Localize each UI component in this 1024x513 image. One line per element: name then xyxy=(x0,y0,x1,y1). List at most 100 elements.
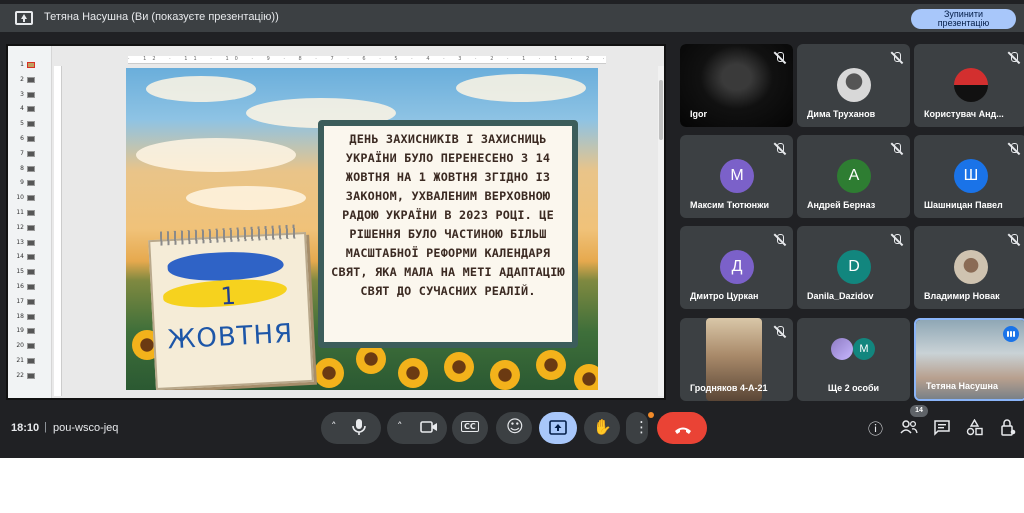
activities-icon[interactable] xyxy=(966,418,983,440)
camera-icon[interactable] xyxy=(420,420,438,438)
present-screen-icon xyxy=(15,11,33,25)
slide-mini-preview xyxy=(27,150,35,157)
presenting-banner: Тетяна Насушна (Ви (показуєте презентаці… xyxy=(0,4,1024,32)
slide-mini-preview xyxy=(27,254,35,261)
slide-mini-preview xyxy=(27,62,35,68)
people-icon[interactable] xyxy=(900,420,918,438)
slide-thumbnail[interactable]: 17 xyxy=(10,297,48,307)
slide-thumbnail[interactable]: 4 xyxy=(10,104,48,114)
participant-name: Дмитро Цуркан xyxy=(690,291,759,301)
info-icon[interactable]: ⓘ xyxy=(868,418,883,439)
participant-name: Шашницан Павел xyxy=(924,200,1003,210)
host-controls-icon[interactable] xyxy=(1000,419,1016,440)
cloud-shape xyxy=(146,76,256,102)
participant-tile[interactable]: Тетяна Насушна xyxy=(914,318,1024,401)
mic-off-icon xyxy=(773,325,787,339)
slide-thumbnail[interactable]: 2 xyxy=(10,75,48,85)
cloud-shape xyxy=(456,74,586,102)
avatar: М xyxy=(720,159,754,193)
avatar-photo xyxy=(954,250,988,284)
slide-number: 19 xyxy=(16,327,24,335)
participant-name: Danila_Dazidov xyxy=(807,291,874,301)
slide-thumbnail[interactable]: 15 xyxy=(10,267,48,277)
slide-thumbnail[interactable]: 16 xyxy=(10,282,48,292)
participant-name: Igor xyxy=(690,109,707,119)
slide-thumbnail[interactable]: 6 xyxy=(10,134,48,144)
participant-tile[interactable]: D Danila_Dazidov xyxy=(797,226,910,309)
participant-tile[interactable]: А Андрей Берназ xyxy=(797,135,910,218)
leave-call-button[interactable] xyxy=(657,412,707,444)
slide-mini-preview xyxy=(27,121,35,128)
calendar-rings xyxy=(159,224,297,246)
slide-thumbnail[interactable]: 10 xyxy=(10,193,48,203)
slide-thumbnail[interactable]: 21 xyxy=(10,356,48,366)
slide-thumbnail[interactable]: 7 xyxy=(10,149,48,159)
microphone-icon[interactable] xyxy=(351,418,377,442)
slide-thumbnail[interactable]: 13 xyxy=(10,238,48,248)
meeting-code: pou-wsco-jeq xyxy=(53,422,119,434)
participant-tile[interactable]: Д Дмитро Цуркан xyxy=(680,226,793,309)
slide-thumbnail[interactable]: 11 xyxy=(10,208,48,218)
participant-name: Користувач Анд... xyxy=(924,109,1004,119)
slide-number: 1 xyxy=(20,61,24,68)
slide-mini-preview xyxy=(27,358,35,364)
avatar xyxy=(831,338,853,360)
slide-mini-preview xyxy=(27,224,35,231)
slide-number: 22 xyxy=(16,371,24,379)
slide-mini-preview xyxy=(27,91,35,98)
slide-thumbnail[interactable]: 5 xyxy=(10,119,48,129)
slide-thumbnail[interactable]: 18 xyxy=(10,312,48,322)
footer-separator: | xyxy=(44,421,47,433)
current-slide: 1 ЖОВТНЯ ДЕНЬ ЗАХИСНИКІВ І ЗАХИСНИЦЬ УКР… xyxy=(126,68,598,390)
slide-thumbnail[interactable]: 20 xyxy=(10,341,48,351)
slide-thumbnail[interactable]: 8 xyxy=(10,164,48,174)
vertical-ruler xyxy=(54,66,62,396)
participant-tile[interactable]: Гродняков 4-А-21 xyxy=(680,318,793,401)
slide-thumbnail[interactable]: 19 xyxy=(10,326,48,336)
mic-off-icon xyxy=(1007,142,1021,156)
participant-tile[interactable]: Владимир Новак xyxy=(914,226,1024,309)
shared-screen: 1 2 3 4 5 6 7 8 9 10 11 12 13 14 15 16 17 18 19 20 21 22 · 12… xyxy=(6,44,666,400)
participant-tile[interactable]: М Максим Тютюнжи xyxy=(680,135,793,218)
slide-mini-preview xyxy=(27,269,35,276)
participant-tile[interactable]: М Ще 2 особи xyxy=(797,318,910,401)
mic-off-icon xyxy=(890,233,904,247)
slide-thumbnail[interactable]: 22 xyxy=(10,371,48,381)
captions-icon: CC xyxy=(461,421,479,432)
slide-thumbnail[interactable]: 9 xyxy=(10,178,48,188)
sunflower-shape xyxy=(536,350,566,380)
chat-icon[interactable] xyxy=(934,420,950,440)
slide-thumbnail[interactable]: 3 xyxy=(10,90,48,100)
raise-hand-button[interactable]: ✋ xyxy=(584,412,620,444)
more-options-button[interactable]: ⋮ xyxy=(626,412,654,444)
slide-thumbnail[interactable]: 1 xyxy=(10,60,48,70)
slide-mini-preview xyxy=(27,165,35,172)
participant-tile[interactable]: Ш Шашницан Павел xyxy=(914,135,1024,218)
mic-off-icon xyxy=(773,233,787,247)
reactions-button[interactable]: ☺ xyxy=(496,412,532,444)
speaking-indicator-icon xyxy=(1003,326,1019,342)
participant-tile[interactable]: Користувач Анд... xyxy=(914,44,1024,127)
slide-mini-preview xyxy=(27,106,35,113)
slide-number: 12 xyxy=(16,223,24,231)
flag-blue-stripe xyxy=(166,249,285,284)
slide-mini-preview xyxy=(27,298,35,305)
participant-name: Тетяна Насушна xyxy=(926,381,998,391)
participant-tile[interactable]: Дима Труханов xyxy=(797,44,910,127)
stop-presenting-button[interactable]: Зупинити презентацію xyxy=(911,9,1016,29)
calendar-day: 1 xyxy=(219,281,237,311)
slide-thumbnails-panel[interactable]: 1 2 3 4 5 6 7 8 9 10 11 12 13 14 15 16 17 18 19 20 21 22 xyxy=(8,46,52,398)
slide-scrollbar[interactable] xyxy=(658,66,664,396)
calendar-month: ЖОВТНЯ xyxy=(166,318,294,356)
slide-number: 17 xyxy=(16,297,24,305)
emoji-icon: ☺ xyxy=(506,417,524,437)
chevron-up-icon[interactable]: ˄ xyxy=(397,420,403,433)
chevron-up-icon[interactable]: ˄ xyxy=(331,420,337,433)
captions-button[interactable]: CC xyxy=(452,412,488,444)
slide-number: 8 xyxy=(20,164,24,172)
slide-thumbnail[interactable]: 12 xyxy=(10,223,48,233)
participant-tile[interactable]: Igor xyxy=(680,44,793,127)
slide-thumbnail[interactable]: 14 xyxy=(10,252,48,262)
present-screen-icon xyxy=(549,420,567,439)
present-now-button[interactable] xyxy=(539,412,577,444)
